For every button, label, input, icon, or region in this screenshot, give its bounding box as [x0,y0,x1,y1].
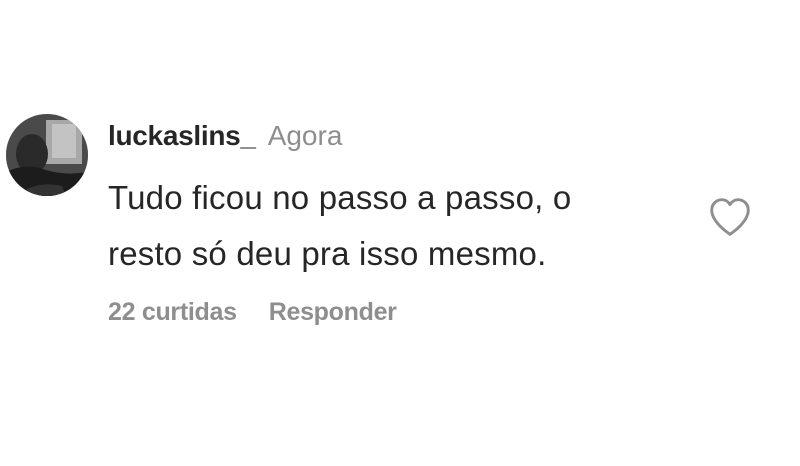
comment-text: Tudo ficou no passo a passo, o resto só … [108,170,688,282]
reply-button[interactable]: Responder [269,298,397,327]
likes-count-link[interactable]: 22 curtidas [108,298,237,327]
comment-text-line: resto só deu pra isso mesmo. [108,235,547,272]
avatar-image [6,114,88,196]
comment-item: luckaslins_ Agora Tudo ficou no passo a … [0,0,800,466]
comment-text-line: Tudo ficou no passo a passo, o [108,179,572,216]
comment-header: luckaslins_ Agora [108,120,342,160]
username-link[interactable]: luckaslins_ [108,120,256,152]
heart-outline-icon[interactable] [708,196,752,238]
comment-actions: 22 curtidas Responder [108,292,397,332]
comment-timestamp: Agora [267,120,343,151]
avatar[interactable] [6,114,88,196]
